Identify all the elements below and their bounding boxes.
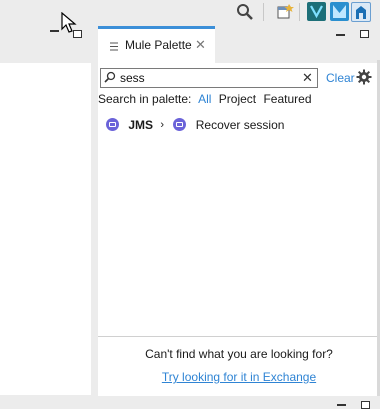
operation-label[interactable]: Recover session	[196, 118, 285, 132]
perspective-design-icon[interactable]	[330, 2, 349, 21]
maximize-icon	[73, 30, 82, 38]
main-toolbar	[0, 0, 380, 24]
operation-icon	[173, 118, 187, 132]
gear-icon[interactable]	[356, 69, 372, 85]
filter-option-project[interactable]: Project	[219, 92, 256, 106]
list-item[interactable]: JMS › Recover session	[106, 117, 284, 133]
module-label: JMS	[128, 117, 154, 132]
toolbar-separator	[299, 3, 300, 21]
tab-label: Mule Palette	[125, 38, 192, 52]
search-input-value: sess	[120, 71, 145, 85]
clear-link[interactable]: Clear	[326, 71, 355, 85]
search-scope-filter: Search in palette: All Project Featured	[98, 92, 316, 106]
open-perspective-icon[interactable]	[275, 2, 295, 22]
clear-search-icon[interactable]: ✕	[302, 70, 313, 86]
empty-help-text: Can't find what you are looking for?	[145, 347, 333, 361]
editor-area[interactable]	[0, 63, 91, 395]
jms-module-icon	[106, 118, 119, 132]
minimize-icon	[337, 404, 346, 406]
toolbar-separator	[263, 3, 264, 21]
filter-option-all[interactable]: All	[198, 92, 211, 106]
maximize-icon	[361, 401, 370, 409]
close-icon[interactable]: ✕	[195, 37, 206, 53]
perspective-home-icon[interactable]	[351, 2, 371, 22]
search-icon	[104, 71, 116, 83]
perspective-mule-icon[interactable]	[307, 2, 326, 21]
minimize-icon	[50, 30, 59, 32]
search-icon[interactable]	[235, 2, 255, 22]
filter-option-featured[interactable]: Featured	[263, 92, 311, 106]
palette-view-icon	[110, 40, 118, 51]
divider	[98, 336, 380, 337]
filter-prefix-label: Search in palette:	[98, 92, 192, 106]
exchange-link[interactable]: Try looking for it in Exchange	[98, 370, 380, 384]
minimize-icon	[336, 34, 345, 36]
bottom-panel-bar	[0, 396, 380, 407]
maximize-icon	[360, 30, 369, 38]
chevron-right-icon: ›	[160, 118, 165, 131]
